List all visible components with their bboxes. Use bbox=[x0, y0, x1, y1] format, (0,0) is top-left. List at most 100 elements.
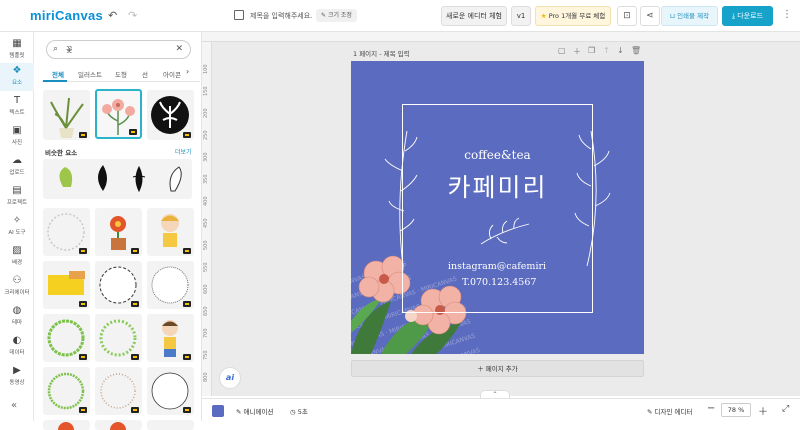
element-thumbnail[interactable] bbox=[147, 90, 194, 140]
tab-line[interactable]: 선 bbox=[142, 69, 148, 79]
clear-search-icon[interactable]: ✕ bbox=[175, 44, 183, 54]
undo-icon[interactable]: ↶ bbox=[108, 9, 117, 22]
sidebar-item-upload[interactable]: ☁ 업로드 bbox=[0, 153, 34, 181]
premium-crown-icon bbox=[131, 248, 139, 254]
element-thumbnail[interactable] bbox=[147, 420, 194, 430]
sidebar-item-text[interactable]: T 텍스트 bbox=[0, 93, 34, 121]
ruler-mark: 300 bbox=[203, 152, 209, 162]
element-thumbnail[interactable] bbox=[43, 208, 90, 256]
element-thumbnail[interactable] bbox=[43, 420, 90, 430]
move-down-icon[interactable]: ↓ bbox=[617, 46, 624, 55]
sidebar-item-elements[interactable]: ❖ 요소 bbox=[0, 63, 34, 91]
design-canvas[interactable]: MIRICANVAS · MIRICANVAS MIRICANVAS · MIR… bbox=[351, 61, 644, 354]
timer-button[interactable]: ◷ 5초 bbox=[290, 406, 308, 416]
element-thumbnail[interactable] bbox=[147, 208, 194, 256]
sidebar-item-ai-tools[interactable]: ✧ AI 도구 bbox=[0, 213, 34, 241]
ai-assistant-button[interactable]: ai bbox=[219, 367, 241, 389]
element-thumbnail[interactable] bbox=[95, 420, 142, 430]
element-thumbnail[interactable] bbox=[147, 261, 194, 309]
new-editor-button[interactable]: 새로운 에디터 체험 bbox=[441, 6, 507, 26]
page-notes-icon[interactable]: ▢ bbox=[558, 46, 566, 55]
top-bar: miriCanvas ↶ ↷ 제목을 입력해주세요. ✎ 크기 조정 새로운 에… bbox=[0, 0, 800, 32]
similar-elements-row bbox=[59, 165, 182, 193]
premium-crown-icon bbox=[79, 301, 87, 307]
element-thumbnail[interactable] bbox=[43, 367, 90, 415]
tab-illustration[interactable]: 일러스트 bbox=[78, 69, 102, 79]
left-nav: ▦ 템플릿 ❖ 요소 T 텍스트 ▣ 사진 ☁ 업로드 ▤ 프로젝트 ✧ AI 도구 ▨ 배경 … bbox=[0, 32, 34, 421]
sidebar-item-photo[interactable]: ▣ 사진 bbox=[0, 123, 34, 151]
text-icon: T bbox=[13, 95, 21, 106]
design-editor-button[interactable]: ✎ 디자인 에디터 bbox=[647, 406, 692, 416]
sidebar-item-creator[interactable]: ⚇ 크리에이터 bbox=[0, 273, 34, 301]
tab-shape[interactable]: 도형 bbox=[115, 69, 127, 79]
sidebar-item-data[interactable]: ◐ 데이터 bbox=[0, 333, 34, 361]
share-icon[interactable]: ⋖ bbox=[640, 6, 660, 26]
search-input[interactable]: ⌕ 꽃 ✕ bbox=[46, 40, 191, 59]
add-page-icon[interactable]: ＋ bbox=[573, 46, 581, 57]
creator-icon: ⚇ bbox=[12, 275, 22, 286]
element-thumbnail[interactable] bbox=[95, 261, 142, 309]
partial-thumbnail bbox=[58, 422, 74, 430]
document-title-input[interactable]: 제목을 입력해주세요. bbox=[250, 11, 312, 21]
element-thumbnail[interactable] bbox=[95, 208, 142, 256]
sidebar-item-background[interactable]: ▨ 배경 bbox=[0, 243, 34, 271]
element-thumbnail-selected[interactable] bbox=[95, 89, 142, 139]
video-icon: ▶ bbox=[13, 365, 21, 376]
tab-all[interactable]: 전체 bbox=[52, 69, 64, 79]
save-icon[interactable]: ⊡ bbox=[617, 6, 637, 26]
print-order-button[interactable]: ⊔ 인쇄물 제작 bbox=[661, 6, 718, 26]
element-thumbnail[interactable] bbox=[95, 314, 142, 362]
animation-button[interactable]: ✎ 애니메이션 bbox=[236, 406, 273, 416]
zoom-out-icon[interactable]: − bbox=[707, 403, 715, 414]
elements-panel: ⌕ 꽃 ✕ 전체 일러스트 도형 선 아이콘 › 비슷한 요소 더보기 bbox=[34, 32, 202, 430]
collapse-sidebar-icon[interactable]: « bbox=[11, 400, 17, 411]
sidebar-item-label: 배경 bbox=[11, 260, 23, 266]
premium-crown-icon bbox=[79, 354, 87, 360]
move-up-icon[interactable]: ↑ bbox=[603, 46, 610, 55]
similar-more-link[interactable]: 더보기 bbox=[175, 147, 192, 156]
data-icon: ◐ bbox=[12, 335, 22, 346]
ruler-mark: 750 bbox=[203, 350, 209, 360]
pro-trial-button[interactable]: ★ Pro 1개월 무료 체험 bbox=[535, 6, 611, 26]
element-thumbnail[interactable] bbox=[147, 314, 194, 362]
page-title-label[interactable]: 1 페이지 - 제목 입력 bbox=[353, 48, 410, 58]
element-thumbnail[interactable] bbox=[95, 367, 142, 415]
ruler-mark: 400 bbox=[203, 196, 209, 206]
background-color-swatch[interactable] bbox=[212, 405, 224, 417]
zoom-input[interactable]: 78 % bbox=[721, 403, 751, 417]
delete-page-icon[interactable]: 🗑 bbox=[631, 46, 641, 55]
layout-icon: ▦ bbox=[12, 38, 22, 49]
chevron-right-icon[interactable]: › bbox=[186, 67, 189, 76]
chevron-up-icon[interactable]: ⌃ bbox=[480, 390, 510, 398]
sidebar-item-label: 데이터 bbox=[9, 350, 25, 356]
duplicate-page-icon[interactable]: ❐ bbox=[588, 46, 595, 55]
add-page-button[interactable]: ＋ 페이지 추가 bbox=[351, 360, 644, 377]
fit-screen-icon[interactable]: ⤢ bbox=[782, 404, 789, 414]
app-logo[interactable]: miriCanvas bbox=[30, 8, 103, 23]
design-subtitle-text[interactable]: coffee&tea bbox=[351, 148, 644, 162]
version-button[interactable]: v1 bbox=[511, 6, 531, 26]
design-instagram-text[interactable]: instagram@cafemiri bbox=[448, 261, 546, 272]
ruler-mark: 600 bbox=[203, 284, 209, 294]
sidebar-item-project[interactable]: ▤ 프로젝트 bbox=[0, 183, 34, 211]
sidebar-item-template[interactable]: ▦ 템플릿 bbox=[0, 36, 34, 64]
active-tab-indicator bbox=[43, 80, 67, 82]
download-button[interactable]: ⤓ 다운로드 bbox=[722, 6, 773, 26]
premium-crown-icon bbox=[79, 132, 87, 138]
more-menu-icon[interactable]: ⋮ bbox=[782, 9, 792, 20]
image-icon: ▣ bbox=[12, 125, 22, 136]
element-thumbnail[interactable] bbox=[43, 314, 90, 362]
design-title-text[interactable]: 카페미리 bbox=[351, 168, 644, 204]
zoom-in-icon[interactable]: ＋ bbox=[758, 403, 768, 418]
ruler-mark: 100 bbox=[203, 64, 209, 74]
element-thumbnail[interactable] bbox=[43, 261, 90, 309]
tab-icon[interactable]: 아이콘 bbox=[163, 69, 181, 79]
sidebar-item-video[interactable]: ▶ 동영상 bbox=[0, 363, 34, 391]
element-thumbnail[interactable] bbox=[147, 367, 194, 415]
sidebar-item-theme[interactable]: ◍ 테마 bbox=[0, 303, 34, 331]
element-thumbnail[interactable] bbox=[43, 90, 90, 140]
sidebar-item-label: AI 도구 bbox=[8, 230, 26, 236]
resize-button[interactable]: ✎ 크기 조정 bbox=[316, 9, 357, 22]
design-phone-text[interactable]: T.070.123.4567 bbox=[462, 277, 536, 288]
redo-icon[interactable]: ↷ bbox=[128, 9, 137, 22]
